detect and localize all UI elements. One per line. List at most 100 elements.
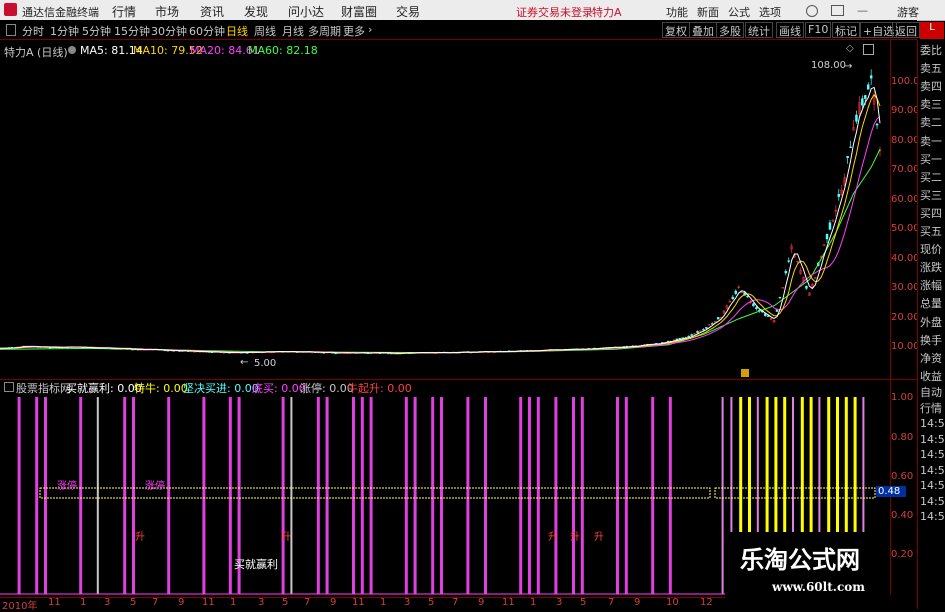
tick-time[interactable]: 14:5	[920, 433, 945, 446]
period-fenshi[interactable]: 分时	[22, 23, 44, 39]
quote-field-label[interactable]: 买三	[920, 189, 942, 202]
sheng-label: 升	[135, 532, 145, 543]
candle-body	[855, 114, 858, 122]
btn-diejia[interactable]: 叠加	[689, 22, 717, 38]
x-tick: 2010年	[2, 601, 38, 612]
quote-field-label[interactable]: 买二	[920, 171, 942, 184]
quote-field-label[interactable]: 收益	[920, 370, 942, 383]
btn-f10[interactable]: F10	[805, 22, 832, 38]
menu-xinmian[interactable]: 新面	[697, 4, 719, 20]
quote-field-label[interactable]: 买五	[920, 225, 942, 238]
x-tick: 1	[380, 597, 387, 608]
y-tick: 60.00	[891, 194, 920, 205]
minimize-icon[interactable]: —	[857, 4, 868, 17]
menu-xuanxiang[interactable]: 选项	[759, 4, 781, 20]
signal-bar-magenta	[572, 397, 575, 594]
quote-field-label[interactable]: 现价	[920, 243, 942, 256]
period-daily[interactable]: 日线	[226, 23, 248, 39]
x-tick: 9	[178, 597, 185, 608]
btn-duogu[interactable]: 多股	[716, 22, 744, 38]
btn-fuquan[interactable]: 复权	[662, 22, 690, 38]
quote-field-label[interactable]: 卖五	[920, 62, 942, 75]
quote-field-label[interactable]: 涨幅	[920, 279, 942, 292]
menu-jiaoyi[interactable]: 交易	[396, 3, 420, 20]
tick-time[interactable]: 14:5	[920, 510, 945, 523]
signal-band	[39, 487, 711, 499]
tick-time[interactable]: 14:5	[920, 479, 945, 492]
candle-body	[784, 271, 788, 274]
quote-field-label[interactable]: 买一	[920, 153, 942, 166]
tick-time[interactable]: 14:5	[920, 417, 945, 430]
quote-field-label[interactable]: 净资	[920, 352, 942, 365]
period-more[interactable]: 更多	[343, 23, 365, 39]
period-15min[interactable]: 15分钟	[114, 23, 150, 39]
signal-bar-magenta	[466, 397, 470, 594]
event-marker-icon[interactable]	[741, 369, 749, 377]
menu-shichang[interactable]: 市场	[155, 3, 179, 20]
quote-field-label[interactable]: 买四	[920, 207, 942, 220]
candle-body	[875, 123, 879, 126]
high-arrow-icon: →	[844, 61, 853, 72]
panel-toggle-icon[interactable]	[6, 24, 16, 36]
btn-tongji[interactable]: 统计	[745, 22, 773, 38]
menu-faxian[interactable]: 发现	[244, 3, 268, 20]
screen-icon[interactable]	[831, 5, 844, 16]
menu-gongshi[interactable]: 公式	[728, 4, 750, 20]
candle-body	[710, 323, 714, 325]
period-multi[interactable]: 多周期	[308, 23, 341, 39]
period-30min[interactable]: 30分钟	[151, 23, 187, 39]
signal-band-right	[714, 487, 876, 499]
signal-bar-magenta	[651, 397, 655, 594]
y-tick: 50.00	[891, 223, 920, 234]
auto-quote-label[interactable]: 行情	[920, 402, 942, 415]
trade-warning[interactable]: 证券交易未登录	[516, 4, 593, 20]
period-5min[interactable]: 5分钟	[82, 23, 111, 39]
menu-zixun[interactable]: 资讯	[200, 3, 224, 20]
ind-y-tick: 0.60	[891, 471, 914, 482]
period-weekly[interactable]: 周线	[254, 23, 276, 39]
menu-hangqing[interactable]: 行情	[112, 3, 136, 20]
tick-time[interactable]: 14:5	[920, 448, 945, 461]
period-60min[interactable]: 60分钟	[189, 23, 225, 39]
level-badge[interactable]: L	[920, 22, 944, 39]
watermark-url: www.60lt.com	[772, 580, 865, 594]
candle-body	[681, 337, 685, 339]
more-arrow-icon[interactable]: ›	[368, 23, 372, 36]
indicator-toggle-icon[interactable]	[4, 382, 14, 392]
btn-biaoji[interactable]: 标记	[832, 22, 860, 38]
tick-time[interactable]: 14:5	[920, 464, 945, 477]
x-tick: 3	[104, 597, 111, 608]
quote-field-label[interactable]: 涨跌	[920, 261, 942, 274]
quote-field-label[interactable]: 外盘	[920, 316, 942, 329]
signal-bar-magenta	[281, 397, 285, 594]
menu-caifuquan[interactable]: 财富圈	[341, 3, 377, 20]
quote-field-label[interactable]: 总量	[920, 297, 942, 310]
signal-bar-magenta	[316, 397, 320, 594]
candle-body	[849, 146, 852, 148]
menu-guest[interactable]: 游客	[897, 4, 919, 20]
tick-time[interactable]: 14:5	[920, 495, 945, 508]
settings-dot-icon[interactable]	[68, 46, 76, 54]
quote-field-label[interactable]: 卖三	[920, 98, 942, 111]
menu-wenxiaoda[interactable]: 问小达	[288, 3, 324, 20]
quote-field-label[interactable]: 卖二	[920, 116, 942, 129]
menu-gongneng[interactable]: 功能	[666, 4, 688, 20]
period-monthly[interactable]: 月线	[282, 23, 304, 39]
auto-quote-label[interactable]: 自动	[920, 386, 942, 399]
btn-fanhui[interactable]: 返回	[892, 22, 920, 38]
help-icon[interactable]	[806, 5, 818, 17]
stock-name-title: 特力A	[592, 6, 622, 19]
quote-field-label[interactable]: 委比	[920, 44, 942, 57]
period-1min[interactable]: 1分钟	[50, 23, 79, 39]
diamond-icon[interactable]: ◇	[846, 43, 854, 54]
quote-field-label[interactable]: 换手	[920, 334, 942, 347]
quote-field-label[interactable]: 卖四	[920, 80, 942, 93]
btn-huaxian[interactable]: 画线	[776, 22, 804, 38]
quote-field-label[interactable]: 卖一	[920, 135, 942, 148]
signal-bar-magenta	[79, 397, 83, 594]
candle-body	[869, 75, 873, 79]
ind-y-tick: 0.40	[891, 510, 914, 521]
x-tick: 3	[404, 597, 411, 608]
expand-icon[interactable]	[863, 44, 874, 55]
y-tick: 40.00	[891, 253, 920, 264]
